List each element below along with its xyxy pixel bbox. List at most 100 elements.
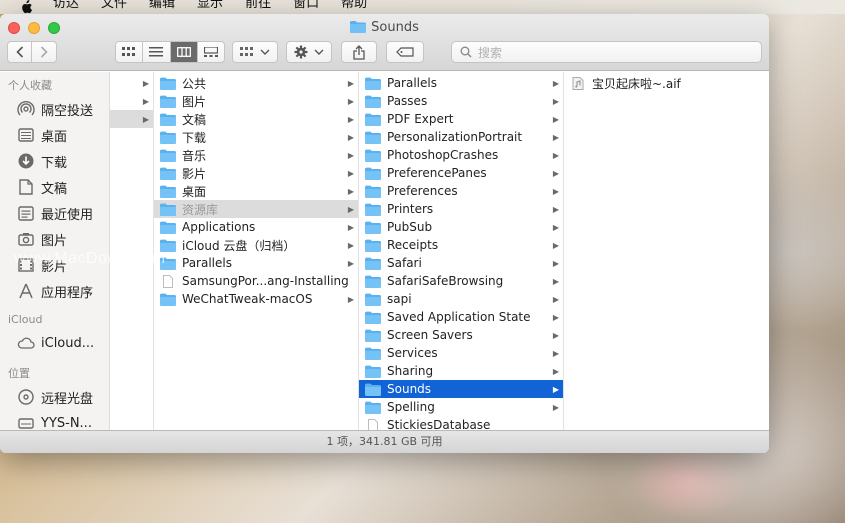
list-item[interactable]: 图片 ▶ <box>154 92 358 110</box>
sidebar-item-label: 图片 <box>41 233 68 249</box>
item-name: 文稿 <box>182 112 207 127</box>
disclosure-arrow-icon: ▶ <box>552 186 560 196</box>
list-item[interactable]: ▶ <box>110 74 153 92</box>
apple-menu-icon[interactable] <box>19 0 33 14</box>
list-item[interactable]: Applications ▶ <box>154 218 358 236</box>
list-item[interactable]: ▶ <box>110 92 153 110</box>
folder-icon <box>365 257 381 270</box>
sidebar-item-label: iCloud... <box>41 335 95 351</box>
item-name: PhotoshopCrashes <box>387 148 499 162</box>
list-item[interactable]: SafariSafeBrowsing ▶ <box>359 272 563 290</box>
menu-view[interactable]: 显示 <box>197 0 223 10</box>
list-item[interactable]: StickiesDatabase <box>359 416 563 430</box>
list-item-selected[interactable]: Sounds ▶ <box>359 380 563 398</box>
list-item[interactable]: Receipts ▶ <box>359 236 563 254</box>
list-item[interactable]: Spelling ▶ <box>359 398 563 416</box>
list-item[interactable]: Services ▶ <box>359 344 563 362</box>
list-item[interactable]: Passes ▶ <box>359 92 563 110</box>
disclosure-arrow-icon: ▶ <box>347 132 355 142</box>
share-button[interactable] <box>341 41 377 63</box>
sidebar-item-label: 远程光盘 <box>41 391 94 407</box>
list-item[interactable]: 公共 ▶ <box>154 74 358 92</box>
disclosure-arrow-icon: ▶ <box>347 240 355 250</box>
list-item[interactable]: PhotoshopCrashes ▶ <box>359 146 563 164</box>
menu-finder[interactable]: 访达 <box>53 0 79 10</box>
sidebar-item-icloud[interactable]: iCloud... <box>0 330 109 356</box>
folder-icon <box>365 149 381 162</box>
disclosure-arrow-icon: ▶ <box>142 78 150 88</box>
disclosure-arrow-icon: ▶ <box>552 312 560 322</box>
sidebar-item-airdrop[interactable]: 隔空投送 <box>0 96 109 122</box>
list-item[interactable]: Saved Application State ▶ <box>359 308 563 326</box>
sidebar-item-applications[interactable]: 应用程序 <box>0 278 109 304</box>
list-item[interactable]: 资源库 ▶ <box>154 200 358 218</box>
list-item-selected-parent[interactable]: ▶ <box>110 110 153 128</box>
list-item[interactable]: SamsungPor...ang-Installing <box>154 272 358 290</box>
list-item[interactable]: PubSub ▶ <box>359 218 563 236</box>
menu-window[interactable]: 窗口 <box>293 0 319 10</box>
list-item[interactable]: WeChatTweak-macOS ▶ <box>154 290 358 308</box>
list-item[interactable]: 下载 ▶ <box>154 128 358 146</box>
list-item[interactable]: Screen Savers ▶ <box>359 326 563 344</box>
list-item[interactable]: sapi ▶ <box>359 290 563 308</box>
list-item[interactable]: Parallels ▶ <box>154 254 358 272</box>
folder-icon <box>365 203 381 216</box>
sidebar-item-desktop[interactable]: 桌面 <box>0 122 109 148</box>
tag-button[interactable] <box>386 41 424 63</box>
menu-go[interactable]: 前往 <box>245 0 271 10</box>
arrange-button[interactable] <box>232 41 278 63</box>
list-item[interactable]: PersonalizationPortrait ▶ <box>359 128 563 146</box>
item-name: Spelling <box>387 400 435 414</box>
gallery-view-button[interactable] <box>198 42 224 62</box>
folder-icon <box>365 95 381 108</box>
folder-icon <box>160 95 176 108</box>
action-button[interactable] <box>286 41 332 63</box>
sidebar-item-drive[interactable]: YYS-N... <box>0 410 109 430</box>
list-item[interactable]: Preferences ▶ <box>359 182 563 200</box>
sidebar-item-downloads[interactable]: 下载 <box>0 148 109 174</box>
icon-view-button[interactable] <box>116 42 144 62</box>
sidebar-item-documents[interactable]: 文稿 <box>0 174 109 200</box>
list-item[interactable]: Sharing ▶ <box>359 362 563 380</box>
share-icon <box>353 44 365 60</box>
forward-button[interactable] <box>32 42 56 62</box>
folder-icon <box>160 203 176 216</box>
item-name: 公共 <box>182 76 207 91</box>
search-field[interactable]: 搜索 <box>451 41 762 63</box>
folder-icon <box>365 383 381 396</box>
item-name: SafariSafeBrowsing <box>387 274 504 288</box>
sidebar-item-remote-disc[interactable]: 远程光盘 <box>0 384 109 410</box>
list-item[interactable]: Safari ▶ <box>359 254 563 272</box>
list-item[interactable]: iCloud 云盘（归档） ▶ <box>154 236 358 254</box>
sidebar-item-pictures[interactable]: 图片 <box>0 226 109 252</box>
list-item[interactable]: 桌面 ▶ <box>154 182 358 200</box>
item-name: Receipts <box>387 238 439 252</box>
item-name: 音乐 <box>182 148 207 163</box>
sidebar-item-label: 应用程序 <box>41 285 94 301</box>
list-item[interactable]: 文稿 ▶ <box>154 110 358 128</box>
back-button[interactable] <box>8 42 32 62</box>
list-icon <box>149 47 164 57</box>
disclosure-arrow-icon: ▶ <box>552 384 560 394</box>
list-item[interactable]: 音乐 ▶ <box>154 146 358 164</box>
list-item[interactable]: PDF Expert ▶ <box>359 110 563 128</box>
tag-icon <box>396 47 414 57</box>
item-name: sapi <box>387 292 412 306</box>
list-item[interactable]: PreferencePanes ▶ <box>359 164 563 182</box>
list-item[interactable]: 宝贝起床啦~.aif <box>564 74 769 92</box>
menu-edit[interactable]: 编辑 <box>149 0 175 10</box>
disclosure-arrow-icon: ▶ <box>552 366 560 376</box>
list-view-button[interactable] <box>143 42 171 62</box>
menu-help[interactable]: 帮助 <box>341 0 367 10</box>
column-view-button[interactable] <box>170 42 198 62</box>
folder-icon <box>365 347 381 360</box>
item-name: Preferences <box>387 184 458 198</box>
list-item[interactable]: Parallels ▶ <box>359 74 563 92</box>
list-item[interactable]: Printers ▶ <box>359 200 563 218</box>
menu-file[interactable]: 文件 <box>101 0 127 10</box>
sidebar-item-recents[interactable]: 最近使用 <box>0 200 109 226</box>
item-name: PersonalizationPortrait <box>387 130 523 144</box>
folder-icon <box>365 275 381 288</box>
camera-icon <box>16 230 36 248</box>
list-item[interactable]: 影片 ▶ <box>154 164 358 182</box>
